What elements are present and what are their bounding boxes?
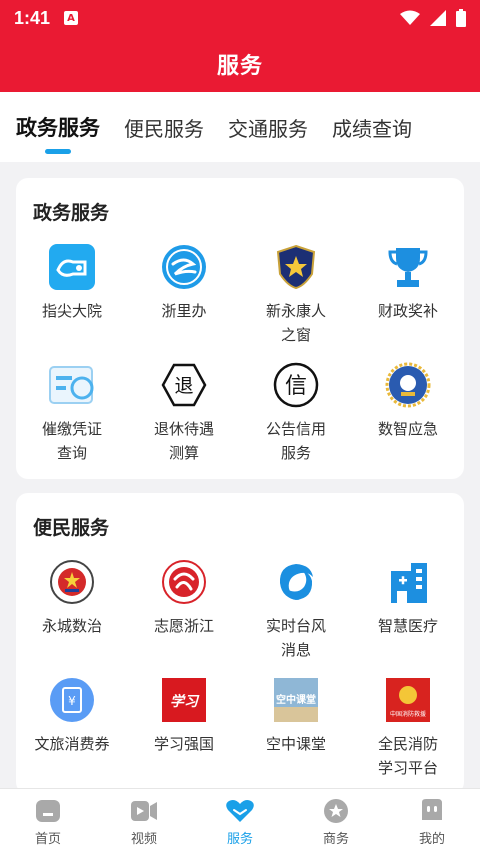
section-convenience: 便民服务 永城数治 志愿浙江 实时台风 消息 智慧医疗 ¥ 文旅消费券 学习 学… [16, 493, 464, 788]
section-title: 政务服务 [33, 202, 110, 224]
tab-label: 交通服务 [228, 116, 308, 141]
nav-video[interactable]: 视频 [96, 789, 192, 855]
bottom-nav: 首页 视频 服务 商务 我的 [0, 788, 480, 855]
air-classroom-icon: 空中课堂 [272, 676, 320, 724]
battery-icon [456, 9, 466, 27]
nav-label: 服务 [226, 831, 253, 847]
coupon-icon: ¥ [48, 676, 96, 724]
fingertip-icon [48, 243, 96, 291]
service-item-smart-emergency[interactable]: 数智应急 [352, 361, 464, 465]
service-item-payment-voucher[interactable]: 催缴凭证 查询 [16, 361, 128, 465]
profile-icon [422, 798, 442, 820]
nav-label: 视频 [130, 831, 157, 847]
zheliban-icon [160, 243, 208, 291]
trophy-icon [384, 243, 432, 291]
service-grid: 永城数治 志愿浙江 实时台风 消息 智慧医疗 ¥ 文旅消费券 学习 学习强国 空… [16, 558, 464, 780]
service-label: 公告信用 服务 [265, 420, 326, 462]
service-item-new-yongkang[interactable]: 新永康人 之窗 [240, 243, 352, 347]
service-label: 学习强国 [153, 735, 214, 753]
service-item-typhoon[interactable]: 实时台风 消息 [240, 558, 352, 662]
video-icon [131, 800, 157, 821]
service-label: 空中课堂 [265, 735, 326, 753]
status-bar: 1:41 A [0, 0, 480, 36]
section-government: 政务服务 指尖大院 浙里办 新永康人 之窗 财政奖补 催缴凭证 查询 退 退休待… [16, 178, 464, 479]
service-tabs: 政务服务 便民服务 交通服务 成绩查询 [0, 92, 480, 162]
tab-convenience[interactable]: 便民服务 [124, 92, 204, 162]
service-label: 智慧医疗 [377, 617, 438, 635]
service-label: 财政奖补 [377, 302, 438, 320]
hospital-icon [384, 558, 432, 606]
coupon-glyph: ¥ [68, 694, 76, 708]
service-label: 志愿浙江 [153, 617, 214, 635]
tab-traffic[interactable]: 交通服务 [228, 92, 308, 162]
nav-label: 商务 [322, 831, 349, 847]
service-item-air-classroom[interactable]: 空中课堂 空中课堂 [240, 676, 352, 780]
status-time: 1:41 [14, 7, 51, 28]
credit-icon: 信 [272, 361, 320, 409]
service-label: 浙里办 [161, 302, 207, 320]
emergency-emblem-icon [384, 361, 432, 409]
nav-service[interactable]: 服务 [192, 789, 288, 855]
tab-government[interactable]: 政务服务 [16, 92, 100, 162]
service-heart-icon [226, 799, 254, 822]
service-label: 全民消防 学习平台 [377, 735, 438, 777]
police-badge-icon [272, 243, 320, 291]
service-item-credit[interactable]: 信 公告信用 服务 [240, 361, 352, 465]
service-item-zheliban[interactable]: 浙里办 [128, 243, 240, 347]
air-classroom-glyph: 空中课堂 [276, 693, 316, 706]
tab-label: 政务服务 [16, 116, 100, 140]
nav-label: 我的 [418, 831, 445, 847]
xuexi-icon: 学习 [160, 676, 208, 724]
section-title: 便民服务 [33, 517, 110, 539]
status-icons [400, 9, 466, 27]
nav-label: 首页 [34, 831, 61, 847]
home-icon [36, 799, 60, 822]
fire-learning-glyph: 中国消防救援 [390, 710, 426, 718]
city-emblem-icon [48, 558, 96, 606]
service-item-fingertip[interactable]: 指尖大院 [16, 243, 128, 347]
tab-scores[interactable]: 成绩查询 [332, 92, 412, 162]
service-label: 文旅消费券 [34, 735, 110, 753]
service-item-xuexi[interactable]: 学习 学习强国 [128, 676, 240, 780]
card-icon [48, 361, 96, 409]
service-item-yongcheng[interactable]: 永城数治 [16, 558, 128, 662]
nav-home[interactable]: 首页 [0, 789, 96, 855]
nav-business[interactable]: 商务 [288, 789, 384, 855]
service-label: 指尖大院 [41, 302, 102, 320]
service-item-fire-learning[interactable]: 中国消防救援 全民消防 学习平台 [352, 676, 464, 780]
business-star-icon [324, 798, 348, 823]
service-label: 新永康人 之窗 [265, 302, 326, 344]
fire-learning-icon: 中国消防救援 [384, 676, 432, 724]
tab-active-indicator [45, 149, 71, 154]
retire-icon: 退 [160, 361, 208, 409]
xuexi-glyph: 学习 [170, 693, 200, 710]
service-grid: 指尖大院 浙里办 新永康人 之窗 财政奖补 催缴凭证 查询 退 退休待遇 测算 … [16, 243, 464, 465]
signal-icon [430, 10, 446, 26]
service-item-volunteer[interactable]: 志愿浙江 [128, 558, 240, 662]
page-title: 服务 [216, 54, 263, 79]
notification-a-icon: A [64, 11, 79, 25]
title-bar: 服务 [0, 36, 480, 92]
service-label: 实时台风 消息 [265, 617, 326, 659]
service-item-finance-award[interactable]: 财政奖补 [352, 243, 464, 347]
volunteer-icon [160, 558, 208, 606]
service-item-tourism-coupon[interactable]: ¥ 文旅消费券 [16, 676, 128, 780]
retire-glyph: 退 [174, 375, 193, 397]
service-item-smart-medical[interactable]: 智慧医疗 [352, 558, 464, 662]
wifi-icon [400, 10, 420, 25]
service-label: 催缴凭证 查询 [41, 420, 102, 462]
typhoon-icon [272, 558, 320, 606]
service-label: 永城数治 [41, 617, 102, 635]
tab-label: 便民服务 [124, 116, 204, 141]
service-label: 数智应急 [377, 420, 438, 438]
nav-profile[interactable]: 我的 [384, 789, 480, 855]
content-scroll[interactable]: 政务服务 指尖大院 浙里办 新永康人 之窗 财政奖补 催缴凭证 查询 退 退休待… [0, 162, 480, 788]
tab-label: 成绩查询 [332, 116, 412, 141]
credit-glyph: 信 [285, 374, 307, 399]
service-label: 退休待遇 测算 [153, 420, 214, 462]
service-item-retirement[interactable]: 退 退休待遇 测算 [128, 361, 240, 465]
